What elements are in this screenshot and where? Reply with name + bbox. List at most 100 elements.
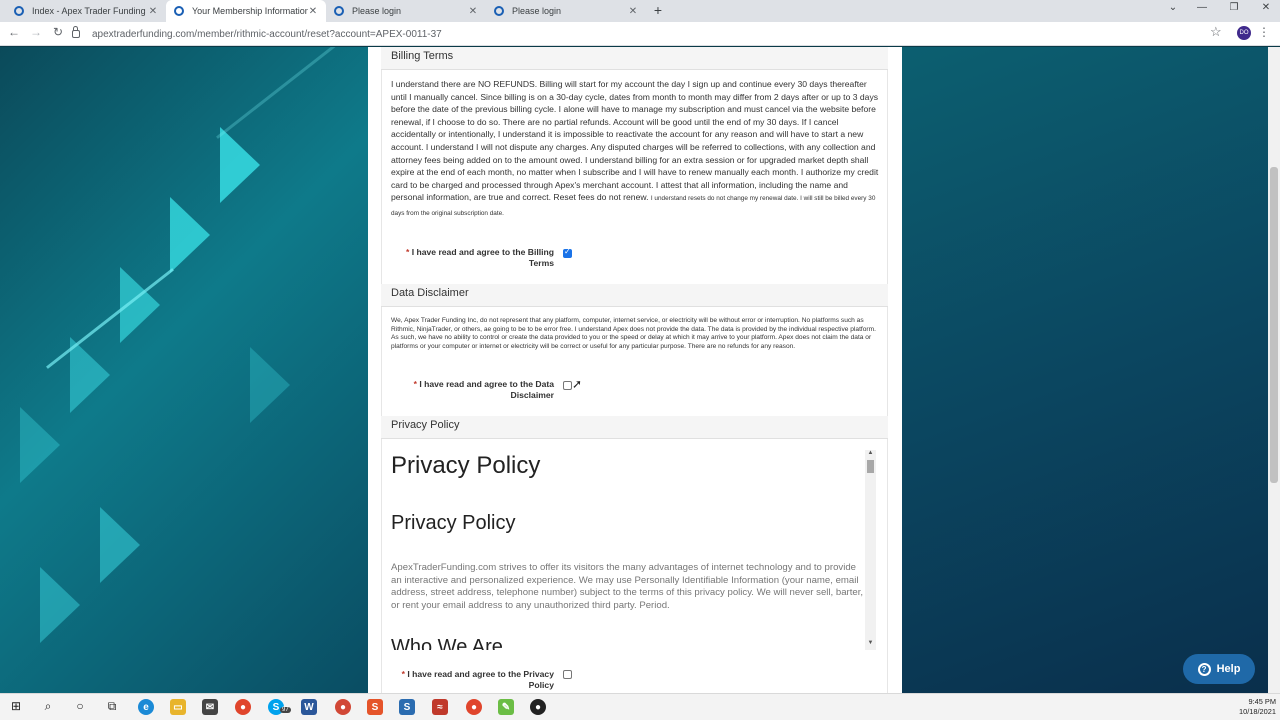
background-left xyxy=(0,47,368,693)
stripe-decoration xyxy=(216,47,344,139)
windows-taskbar: ⊞ ⌕ ○ ⧉ e ▭ ✉ ● S 97 W ● S S ≈ ● ✎ ● 9:4… xyxy=(0,693,1280,720)
apex-favicon-icon xyxy=(174,6,184,16)
lock-icon[interactable] xyxy=(72,26,80,38)
privacy-agree-label: * I have read and agree to the Privacy P… xyxy=(396,669,554,691)
privacy-policy-header: Privacy Policy xyxy=(381,416,888,439)
task-view-icon[interactable]: ⧉ xyxy=(104,699,120,714)
search-icon[interactable]: ⌕ xyxy=(40,699,56,714)
file-explorer-icon[interactable]: ▭ xyxy=(170,699,186,715)
chrome-icon[interactable]: ● xyxy=(235,699,251,715)
forward-arrow-icon[interactable]: → xyxy=(28,25,44,39)
privacy-agree-checkbox[interactable] xyxy=(563,670,572,679)
close-icon[interactable]: ✕ xyxy=(148,6,158,17)
billing-terms-text: I understand there are NO REFUNDS. Billi… xyxy=(391,78,879,221)
membership-form-panel: Billing Terms I understand there are NO … xyxy=(368,47,902,693)
billing-terms-header: Billing Terms xyxy=(381,47,888,70)
chevron-decoration xyxy=(20,407,60,483)
tab-title: Please login xyxy=(352,6,402,16)
restore-icon[interactable]: ❐ xyxy=(1224,2,1244,13)
cortana-icon[interactable]: ○ xyxy=(72,699,88,713)
billing-agree-checkbox[interactable] xyxy=(563,247,572,258)
question-icon: ? xyxy=(1197,662,1211,676)
help-button[interactable]: ? Help xyxy=(1183,654,1255,684)
tab-index[interactable]: Index - Apex Trader Funding ✕ xyxy=(6,0,166,22)
required-mark: * xyxy=(405,247,410,257)
apex-favicon-icon xyxy=(334,6,344,16)
scroll-up-icon[interactable]: ▲ xyxy=(865,450,876,456)
reload-icon[interactable]: ↻ xyxy=(50,25,66,39)
scroll-down-icon[interactable]: ▼ xyxy=(865,640,876,646)
skype-badge: 97 xyxy=(280,707,291,713)
agree-line-1: I have read and agree to the Privacy xyxy=(407,669,554,679)
required-mark: * xyxy=(401,669,405,679)
chevron-decoration xyxy=(250,347,290,423)
chevron-decoration xyxy=(220,127,260,203)
tab-title: Please login xyxy=(512,6,562,16)
star-icon[interactable]: ☆ xyxy=(1210,24,1222,40)
page-scrollbar[interactable] xyxy=(1268,47,1280,693)
tab-login-1[interactable]: Please login ✕ xyxy=(326,0,486,22)
privacy-frame-scrollbar[interactable]: ▲ ▼ xyxy=(865,450,876,650)
close-icon[interactable]: ✕ xyxy=(468,6,478,17)
browser-toolbar: ← → ↻ apextraderfunding.com/member/rithm… xyxy=(0,22,1280,46)
help-label: Help xyxy=(1216,663,1241,675)
close-icon[interactable]: ✕ xyxy=(308,6,318,17)
record-icon[interactable]: ● xyxy=(530,699,546,715)
mouse-cursor-icon: ➚ xyxy=(572,377,583,391)
url-text: apextraderfunding.com/member/rithmic-acc… xyxy=(92,28,442,40)
apex-favicon-icon xyxy=(494,6,504,16)
required-mark: * xyxy=(413,379,417,389)
page-scrollbar-thumb[interactable] xyxy=(1270,167,1278,483)
agree-line-2: Terms xyxy=(528,258,554,268)
mail-icon[interactable]: ✉ xyxy=(202,699,218,715)
privacy-body: ApexTraderFunding.com strives to offer i… xyxy=(391,562,864,611)
privacy-frame-scroll-thumb[interactable] xyxy=(867,460,874,473)
agree-line-2: Disclaimer xyxy=(510,390,554,400)
minimize-icon[interactable]: — xyxy=(1192,2,1212,13)
app-graph-icon[interactable]: ≈ xyxy=(432,699,448,715)
agree-line-2: Policy xyxy=(528,680,554,690)
apex-favicon-icon xyxy=(14,6,24,16)
data-disclaimer-text: We, Apex Trader Funding Inc, do not repr… xyxy=(391,317,876,350)
app-s-icon[interactable]: S xyxy=(367,699,383,715)
agree-line-1: I have read and agree to the Data xyxy=(419,379,554,389)
edge-icon[interactable]: e xyxy=(138,699,154,715)
close-icon[interactable]: ✕ xyxy=(628,6,638,17)
kebab-menu-icon[interactable]: ⋮ xyxy=(1258,25,1270,39)
tab-membership[interactable]: Your Membership Information ✕ xyxy=(166,0,326,22)
new-tab-button[interactable]: + xyxy=(650,2,666,18)
word-icon[interactable]: W xyxy=(301,699,317,715)
chrome-active-icon[interactable]: ● xyxy=(466,699,482,715)
tab-strip: Index - Apex Trader Funding ✕ Your Membe… xyxy=(0,0,1280,22)
app-green-icon[interactable]: ✎ xyxy=(498,699,514,715)
tab-title: Index - Apex Trader Funding xyxy=(32,6,146,16)
back-arrow-icon[interactable]: ← xyxy=(6,25,22,39)
clock-time: 9:45 PM xyxy=(1248,697,1276,706)
system-clock[interactable]: 9:45 PM 10/18/2021 xyxy=(1228,697,1276,717)
disclaimer-agree-checkbox[interactable] xyxy=(563,381,572,390)
clock-date: 10/18/2021 xyxy=(1239,707,1276,716)
chevron-decoration xyxy=(70,337,110,413)
privacy-subtitle: Privacy Policy xyxy=(391,512,516,534)
tab-search-chevron-icon[interactable]: ⌄ xyxy=(1163,2,1183,13)
app-s-blue-icon[interactable]: S xyxy=(399,699,415,715)
background-right xyxy=(902,47,1268,693)
billing-agree-label: * I have read and agree to the Billing T… xyxy=(396,247,554,269)
profile-avatar[interactable]: DO xyxy=(1237,26,1251,40)
chevron-decoration xyxy=(40,567,80,643)
window-close-icon[interactable]: ✕ xyxy=(1256,2,1276,13)
chrome-profile-icon[interactable]: ● xyxy=(335,699,351,715)
privacy-title: Privacy Policy xyxy=(391,452,541,479)
data-disclaimer-header: Data Disclaimer xyxy=(381,284,888,307)
privacy-policy-frame[interactable]: Privacy Policy Privacy Policy ApexTrader… xyxy=(391,450,879,650)
chevron-decoration xyxy=(100,507,140,583)
tab-login-2[interactable]: Please login ✕ xyxy=(486,0,646,22)
agree-line-1: I have read and agree to the Billing xyxy=(411,247,554,257)
disclaimer-agree-label: * I have read and agree to the Data Disc… xyxy=(396,379,554,401)
windows-start-icon[interactable]: ⊞ xyxy=(8,699,24,713)
address-bar[interactable]: apextraderfunding.com/member/rithmic-acc… xyxy=(72,25,1232,43)
chevron-decoration xyxy=(170,197,210,273)
billing-terms-body: I understand there are NO REFUNDS. Billi… xyxy=(391,79,879,203)
tab-title: Your Membership Information xyxy=(192,6,308,16)
privacy-section-heading: Who We Are xyxy=(391,636,503,650)
